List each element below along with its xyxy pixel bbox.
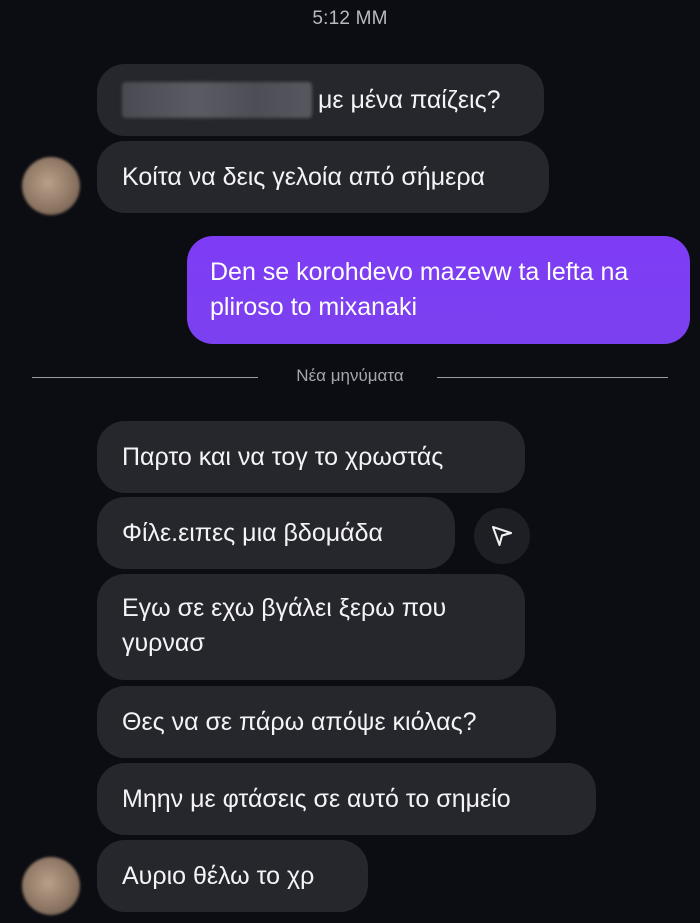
message-text: Κοίτα να δεις γελοία από σήμερα [122, 162, 485, 191]
redacted-name-blur [122, 82, 312, 118]
new-messages-divider: Νέα μηνύματα [32, 366, 668, 390]
message-received[interactable]: Αυριο θέλω το χρ [97, 840, 368, 912]
message-received[interactable]: Παρτο και να τογ το χρωστάς [97, 421, 525, 493]
contact-avatar[interactable] [22, 157, 80, 215]
message-text: Φίλε.ειπες μια βδομάδα [122, 518, 383, 547]
message-text: Παρτο και να τογ το χρωστάς [122, 442, 444, 471]
message-text: Den se korohdevo mazevw ta lefta na plir… [210, 258, 629, 321]
message-received[interactable]: Θες να σε πάρω απόψε κιόλας? [97, 686, 556, 758]
share-button[interactable] [474, 508, 530, 564]
message-text: Θες να σε πάρω απόψε κιόλας? [122, 707, 477, 736]
message-sent[interactable]: Den se korohdevo mazevw ta lefta na plir… [187, 236, 690, 344]
message-received[interactable]: Μηην με φτάσεις σε αυτό το σημείο [97, 763, 596, 835]
message-text: Μηην με φτάσεις σε αυτό το σημείο [122, 784, 511, 813]
message-received[interactable]: Εγω σε εχω βγάλει ξερω που γυρνασ [97, 574, 525, 680]
status-time: 5:12 MM [312, 8, 388, 29]
message-received[interactable]: Φίλε.ειπες μια βδομάδα [97, 497, 455, 569]
contact-avatar[interactable] [22, 857, 80, 915]
divider-line-right [437, 377, 668, 378]
message-received[interactable]: με μένα παίζεις? [97, 64, 544, 136]
message-text: με μένα παίζεις? [318, 85, 501, 114]
send-icon [492, 526, 512, 546]
message-text: Αυριο θέλω το χρ [122, 861, 315, 890]
divider-label: Νέα μηνύματα [296, 366, 404, 385]
message-received[interactable]: Κοίτα να δεις γελοία από σήμερα [97, 141, 549, 213]
message-text: Εγω σε εχω βγάλει ξερω που γυρνασ [122, 594, 447, 657]
